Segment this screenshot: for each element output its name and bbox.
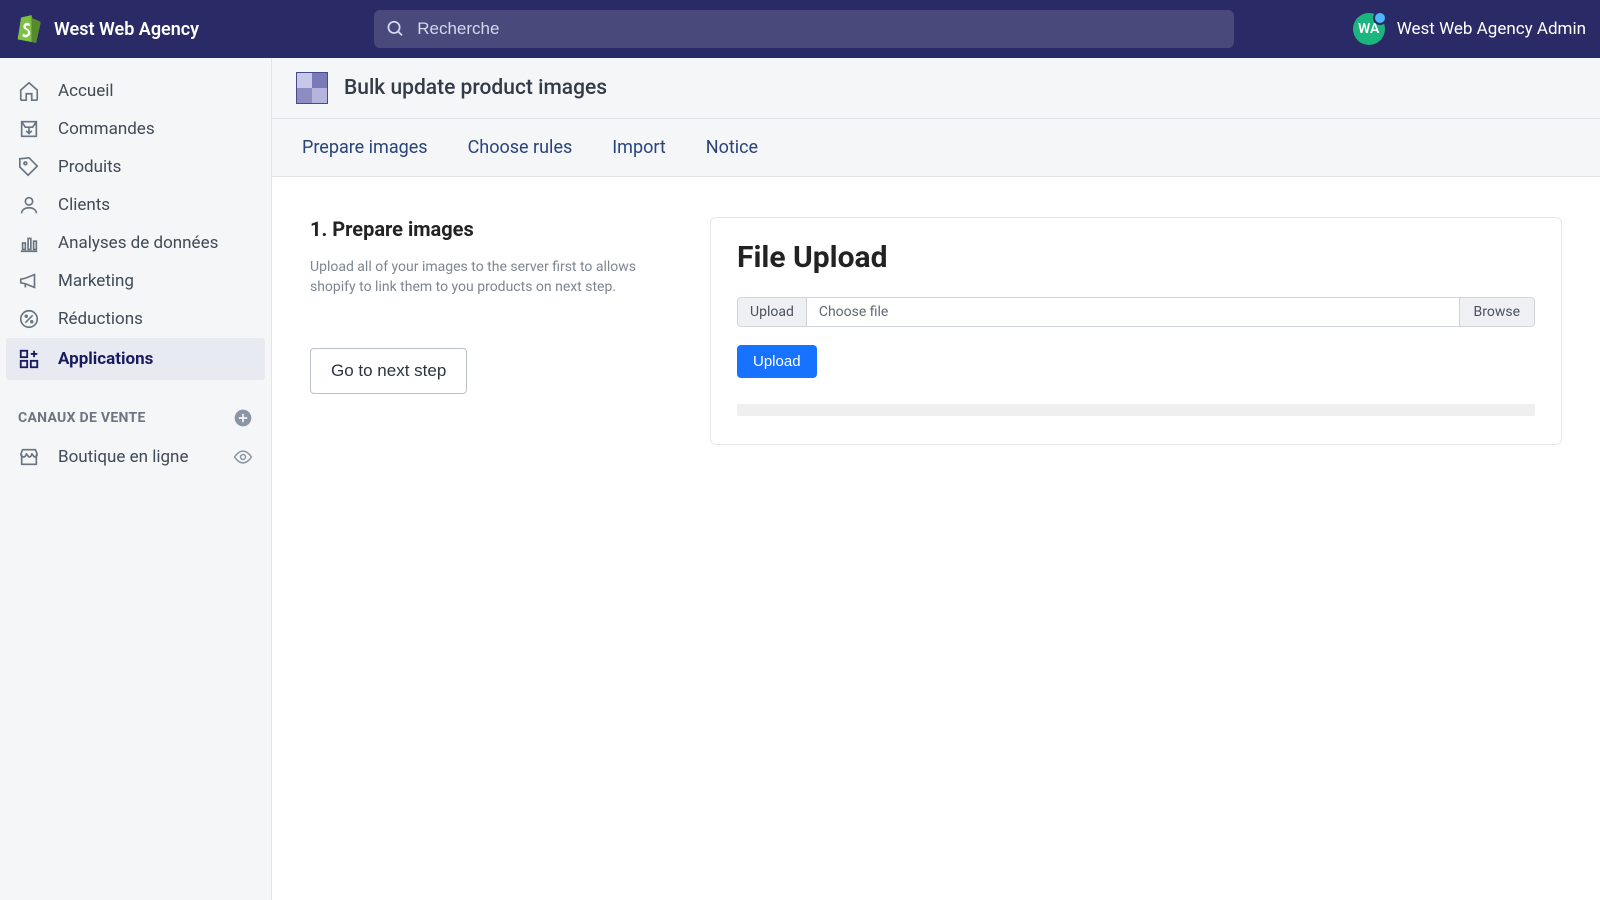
apps-icon: [18, 348, 40, 370]
sidebar-item-label: Applications: [58, 349, 153, 369]
shop-name: West Web Agency: [54, 19, 199, 40]
step-panel: 1. Prepare images Upload all of your ima…: [310, 217, 670, 394]
top-bar: West Web Agency WA West Web Agency Admin: [0, 0, 1600, 58]
sidebar-item-label: Analyses de données: [58, 233, 218, 253]
sidebar-item-label: Accueil: [58, 81, 114, 101]
tag-icon: [18, 156, 40, 178]
sidebar-item-products[interactable]: Produits: [0, 148, 271, 186]
store-icon: [18, 446, 40, 468]
sidebar: Accueil Commandes Produits Clients Analy…: [0, 58, 272, 900]
admin-name[interactable]: West Web Agency Admin: [1397, 19, 1586, 39]
card-heading: File Upload: [737, 240, 1535, 275]
app-icon: [296, 72, 328, 104]
choose-file-text[interactable]: Choose file: [807, 298, 1459, 326]
browse-button[interactable]: Browse: [1459, 298, 1534, 326]
sidebar-item-home[interactable]: Accueil: [0, 72, 271, 110]
upload-label: Upload: [738, 298, 807, 326]
sidebar-item-label: Réductions: [58, 309, 143, 329]
view-store-icon[interactable]: [233, 447, 253, 467]
discount-icon: [18, 308, 40, 330]
file-upload-card: File Upload Upload Choose file Browse Up…: [710, 217, 1562, 445]
app-title: Bulk update product images: [344, 76, 607, 100]
channel-label: Boutique en ligne: [58, 447, 188, 467]
step-description: Upload all of your images to the server …: [310, 257, 670, 298]
sidebar-item-label: Commandes: [58, 119, 155, 139]
channels-title: CANAUX DE VENTE: [18, 410, 146, 426]
file-input-row: Upload Choose file Browse: [737, 297, 1535, 327]
shopify-logo-icon: [14, 14, 42, 44]
analytics-icon: [18, 232, 40, 254]
tab-notice[interactable]: Notice: [706, 137, 758, 158]
sidebar-item-discounts[interactable]: Réductions: [0, 300, 271, 338]
sidebar-item-customers[interactable]: Clients: [0, 186, 271, 224]
sidebar-item-marketing[interactable]: Marketing: [0, 262, 271, 300]
app-header: Bulk update product images: [272, 58, 1600, 119]
upload-progress-bar: [737, 404, 1535, 416]
tab-prepare-images[interactable]: Prepare images: [302, 137, 428, 158]
sidebar-item-analytics[interactable]: Analyses de données: [0, 224, 271, 262]
content-area: 1. Prepare images Upload all of your ima…: [272, 177, 1600, 900]
home-icon: [18, 80, 40, 102]
search-box[interactable]: [374, 10, 1234, 48]
tab-choose-rules[interactable]: Choose rules: [468, 137, 573, 158]
tab-import[interactable]: Import: [612, 137, 665, 158]
channels-header: CANAUX DE VENTE: [0, 380, 271, 438]
sidebar-item-label: Marketing: [58, 271, 134, 291]
search-icon: [386, 19, 405, 39]
sidebar-item-label: Produits: [58, 157, 121, 177]
search-input[interactable]: [417, 19, 1222, 39]
next-step-button[interactable]: Go to next step: [310, 348, 467, 394]
orders-icon: [18, 118, 40, 140]
sidebar-item-orders[interactable]: Commandes: [0, 110, 271, 148]
step-title: 1. Prepare images: [310, 217, 670, 241]
megaphone-icon: [18, 270, 40, 292]
topbar-left: West Web Agency: [14, 14, 334, 44]
sidebar-item-label: Clients: [58, 195, 110, 215]
topbar-right: WA West Web Agency Admin: [1353, 13, 1586, 45]
sidebar-item-apps[interactable]: Applications: [6, 338, 265, 380]
avatar[interactable]: WA: [1353, 13, 1385, 45]
channel-online-store[interactable]: Boutique en ligne: [0, 438, 271, 476]
user-icon: [18, 194, 40, 216]
upload-button[interactable]: Upload: [737, 345, 817, 378]
app-tabs: Prepare images Choose rules Import Notic…: [272, 119, 1600, 177]
main-content: Bulk update product images Prepare image…: [272, 58, 1600, 900]
add-channel-icon[interactable]: [233, 408, 253, 428]
search-wrap: [374, 10, 1234, 48]
